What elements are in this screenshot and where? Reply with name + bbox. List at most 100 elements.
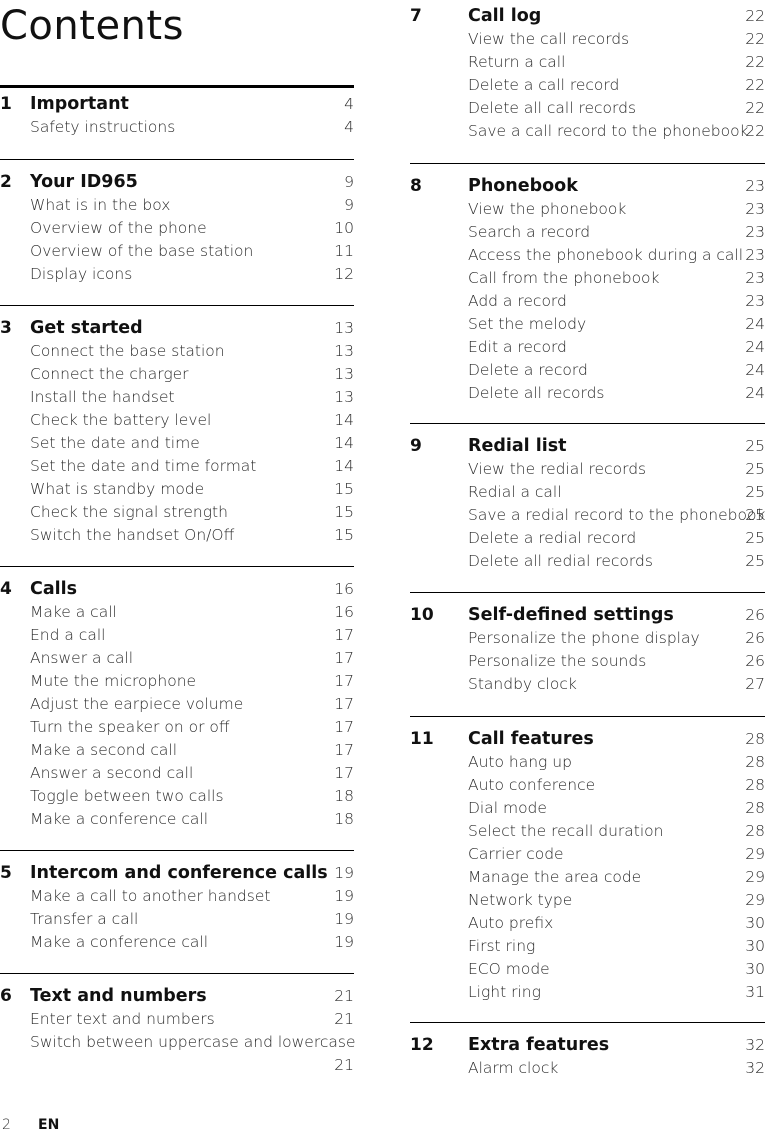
toc-chapter-entry[interactable]: 8 Phonebook 23 bbox=[410, 175, 765, 198]
toc-item-entry[interactable]: Turn the speaker on or off 17 bbox=[0, 716, 354, 739]
toc-item-page-number: 17 bbox=[334, 672, 354, 690]
toc-item-entry[interactable]: Dial mode 28 bbox=[410, 797, 765, 820]
toc-item-entry[interactable]: Return a call 22 bbox=[410, 51, 765, 74]
toc-item-title: Make a call bbox=[30, 603, 117, 621]
toc-item-title: Connect the charger bbox=[30, 365, 189, 383]
toc-item-title: Mute the microphone bbox=[30, 672, 197, 690]
toc-item-entry[interactable]: Display icons 12 bbox=[0, 263, 354, 286]
toc-item-entry[interactable]: Connect the charger 13 bbox=[0, 363, 354, 386]
toc-item-page-number: 23 bbox=[745, 200, 765, 218]
toc-item-entry[interactable]: Overview of the base station 11 bbox=[0, 240, 354, 263]
toc-section: 5 Intercom and conference calls 19 Make a c… bbox=[0, 850, 354, 954]
toc-item-title: Select the recall duration bbox=[468, 822, 664, 840]
toc-item-entry[interactable]: What is in the box 9 bbox=[0, 194, 354, 217]
toc-chapter-entry[interactable]: 3 Get started 13 bbox=[0, 317, 354, 340]
toc-item-entry[interactable]: Carrier code 29 bbox=[410, 843, 765, 866]
toc-item-entry[interactable]: Answer a second call 17 bbox=[0, 762, 354, 785]
toc-item-entry[interactable]: First ring 30 bbox=[410, 935, 765, 958]
toc-item-entry[interactable]: Manage the area code 29 bbox=[410, 866, 765, 889]
toc-item-entry[interactable]: Alarm clock 32 bbox=[410, 1057, 765, 1080]
toc-item-entry[interactable]: Toggle between two calls 18 bbox=[0, 785, 354, 808]
toc-item-entry[interactable]: Call from the phonebook 23 bbox=[410, 267, 765, 290]
toc-item-entry[interactable]: Install the handset 13 bbox=[0, 386, 354, 409]
toc-item-entry[interactable]: Set the date and time 14 bbox=[0, 432, 354, 455]
toc-chapter-entry[interactable]: 9 Redial list 25 bbox=[410, 435, 765, 458]
toc-item-entry[interactable]: Make a call to another handset 19 bbox=[0, 885, 354, 908]
toc-item-entry[interactable]: Auto hang up 28 bbox=[410, 751, 765, 774]
toc-item-title: Overview of the base station bbox=[30, 242, 254, 260]
toc-item-title: Personalize the sounds bbox=[468, 652, 647, 670]
toc-item-entry[interactable]: View the redial records 25 bbox=[410, 458, 765, 481]
toc-item-title: Delete a call record bbox=[468, 76, 620, 94]
toc-item-entry[interactable]: ECO mode 30 bbox=[410, 958, 765, 981]
toc-item-entry[interactable]: Network type 29 bbox=[410, 889, 765, 912]
toc-item-title: View the redial records bbox=[468, 460, 647, 478]
toc-item-entry[interactable]: Edit a record 24 bbox=[410, 336, 765, 359]
toc-item-title: Adjust the earpiece volume bbox=[30, 695, 244, 713]
toc-item-entry[interactable]: Add a record 23 bbox=[410, 290, 765, 313]
toc-item-entry[interactable]: View the call records 22 bbox=[410, 28, 765, 51]
toc-item-page-number: 23 bbox=[745, 292, 765, 310]
toc-item-entry[interactable]: Switch between uppercase and lowercase 21 bbox=[0, 1031, 356, 1077]
toc-chapter-entry[interactable]: 2 Your ID965 9 bbox=[0, 171, 354, 194]
toc-item-entry[interactable]: Delete a record 24 bbox=[410, 359, 765, 382]
toc-item-entry[interactable]: Select the recall duration 28 bbox=[410, 820, 765, 843]
toc-item-entry[interactable]: Delete a redial record 25 bbox=[410, 527, 765, 550]
toc-item-entry[interactable]: Delete a call record 22 bbox=[410, 74, 765, 97]
chapter-page-number: 9 bbox=[344, 173, 354, 191]
toc-item-entry[interactable]: Make a second call 17 bbox=[0, 739, 354, 762]
toc-item-entry[interactable]: Mute the microphone 17 bbox=[0, 670, 354, 693]
footer-page-number: 2 bbox=[2, 1117, 11, 1133]
toc-item-entry[interactable]: Redial a call 25 bbox=[410, 481, 765, 504]
chapter-page-number: 4 bbox=[344, 95, 354, 113]
toc-item-title: Auto hang up bbox=[468, 753, 572, 771]
toc-item-entry[interactable]: Connect the base station 13 bbox=[0, 340, 354, 363]
toc-item-entry[interactable]: Safety instructions 4 bbox=[0, 116, 354, 139]
toc-chapter-entry[interactable]: 1 Important 4 bbox=[0, 93, 354, 116]
toc-item-entry[interactable]: Personalize the phone display 26 bbox=[410, 627, 765, 650]
toc-item-entry[interactable]: Delete all redial records 25 bbox=[410, 550, 765, 573]
toc-item-title: Personalize the phone display bbox=[468, 629, 700, 647]
toc-item-title: Make a second call bbox=[30, 741, 178, 759]
toc-item-entry[interactable]: Check the signal strength 15 bbox=[0, 501, 354, 524]
chapter-number: 5 bbox=[0, 863, 12, 883]
toc-item-entry[interactable]: Delete all records 24 bbox=[410, 382, 765, 405]
toc-item-entry[interactable]: Save a call record to the phonebook 22 bbox=[410, 120, 765, 143]
toc-chapter-entry[interactable]: 11 Call features 28 bbox=[410, 728, 765, 751]
toc-item-entry[interactable]: Search a record 23 bbox=[410, 221, 765, 244]
toc-item-entry[interactable]: Answer a call 17 bbox=[0, 647, 354, 670]
toc-item-entry[interactable]: What is standby mode 15 bbox=[0, 478, 354, 501]
toc-item-page-number: 17 bbox=[334, 695, 354, 713]
toc-chapter-entry[interactable]: 7 Call log 22 bbox=[410, 5, 765, 28]
toc-chapter-entry[interactable]: 12 Extra features 32 bbox=[410, 1034, 765, 1057]
toc-item-entry[interactable]: Standby clock 27 bbox=[410, 673, 765, 696]
toc-item-entry[interactable]: Save a redial record to the phonebook 25 bbox=[410, 504, 765, 527]
toc-item-entry[interactable]: Delete all call records 22 bbox=[410, 97, 765, 120]
toc-chapter-entry[interactable]: 4 Calls 16 bbox=[0, 578, 354, 601]
toc-item-entry[interactable]: Check the battery level 14 bbox=[0, 409, 354, 432]
toc-item-entry[interactable]: Make a conference call 18 bbox=[0, 808, 354, 831]
toc-item-entry[interactable]: Adjust the earpiece volume 17 bbox=[0, 693, 354, 716]
toc-item-entry[interactable]: Make a conference call 19 bbox=[0, 931, 354, 954]
toc-item-entry[interactable]: Switch the handset On/Off 15 bbox=[0, 524, 354, 547]
toc-item-entry[interactable]: Access the phonebook during a call 23 bbox=[410, 244, 765, 267]
toc-item-entry[interactable]: Overview of the phone 10 bbox=[0, 217, 354, 240]
toc-item-page-number: 21 bbox=[334, 1010, 354, 1028]
toc-chapter-entry[interactable]: 10 Self-defined settings 26 bbox=[410, 604, 765, 627]
toc-item-entry[interactable]: Auto conference 28 bbox=[410, 774, 765, 797]
toc-item-page-number: 4 bbox=[344, 118, 354, 136]
toc-item-entry[interactable]: Set the melody 24 bbox=[410, 313, 765, 336]
chapter-title: Extra features bbox=[468, 1035, 610, 1055]
chapter-page-number: 28 bbox=[745, 730, 765, 748]
toc-item-entry[interactable]: Make a call 16 bbox=[0, 601, 354, 624]
toc-item-entry[interactable]: View the phonebook 23 bbox=[410, 198, 765, 221]
toc-item-entry[interactable]: Enter text and numbers 21 bbox=[0, 1008, 354, 1031]
toc-item-entry[interactable]: Transfer a call 19 bbox=[0, 908, 354, 931]
toc-chapter-entry[interactable]: 6 Text and numbers 21 bbox=[0, 985, 354, 1008]
toc-item-entry[interactable]: Set the date and time format 14 bbox=[0, 455, 354, 478]
toc-item-entry[interactable]: Light ring 31 bbox=[410, 981, 765, 1004]
toc-item-entry[interactable]: End a call 17 bbox=[0, 624, 354, 647]
toc-item-entry[interactable]: Auto prefix 30 bbox=[410, 912, 765, 935]
toc-item-entry[interactable]: Personalize the sounds 26 bbox=[410, 650, 765, 673]
toc-chapter-entry[interactable]: 5 Intercom and conference calls 19 bbox=[0, 862, 354, 885]
